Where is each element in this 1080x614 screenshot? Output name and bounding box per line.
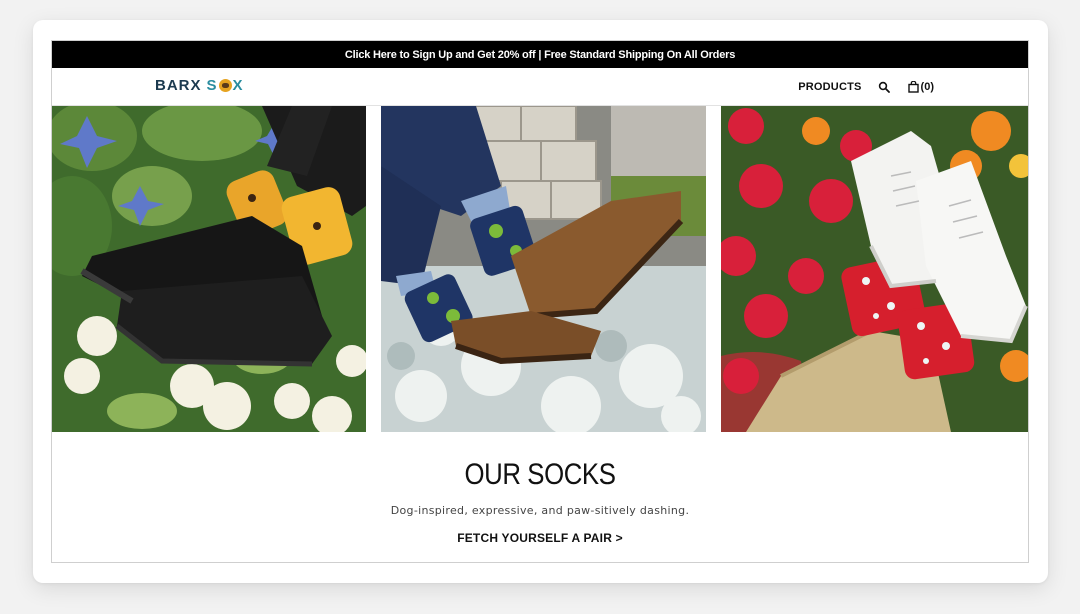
cart-button[interactable]: (0) bbox=[907, 80, 934, 93]
section-title: OUR SOCKS bbox=[464, 458, 616, 491]
logo-text-barx: BARX bbox=[155, 77, 202, 94]
search-icon[interactable] bbox=[878, 80, 892, 94]
hero-image-grid bbox=[52, 106, 1028, 432]
promo-banner[interactable]: Click Here to Sign Up and Get 20% off | … bbox=[52, 41, 1028, 68]
logo-text-x: X bbox=[232, 77, 244, 94]
logo-text-s: S bbox=[206, 77, 218, 94]
main-nav: PRODUCTS (0) bbox=[798, 68, 934, 105]
page-frame: Click Here to Sign Up and Get 20% off | … bbox=[51, 40, 1029, 563]
hero-image-2[interactable] bbox=[381, 106, 706, 432]
dog-face-icon bbox=[218, 79, 232, 92]
nav-products-link[interactable]: PRODUCTS bbox=[798, 81, 861, 93]
promo-text[interactable]: Click Here to Sign Up and Get 20% off | … bbox=[345, 49, 735, 61]
shopping-bag-icon bbox=[907, 80, 919, 93]
section-subtitle: Dog-inspired, expressive, and paw-sitive… bbox=[390, 504, 690, 517]
our-socks-section: OUR SOCKS Dog-inspired, expressive, and … bbox=[52, 433, 1028, 547]
cart-count: (0) bbox=[920, 80, 934, 93]
hero-image-1[interactable] bbox=[52, 106, 366, 432]
hero-image-3[interactable] bbox=[721, 106, 1028, 432]
brand-logo[interactable]: BARX S X bbox=[155, 77, 244, 94]
fetch-pair-link[interactable]: FETCH YOURSELF A PAIR > bbox=[457, 531, 623, 545]
browser-card: Click Here to Sign Up and Get 20% off | … bbox=[33, 20, 1048, 583]
site-header: BARX S X PRODUCTS (0) bbox=[52, 68, 1028, 106]
